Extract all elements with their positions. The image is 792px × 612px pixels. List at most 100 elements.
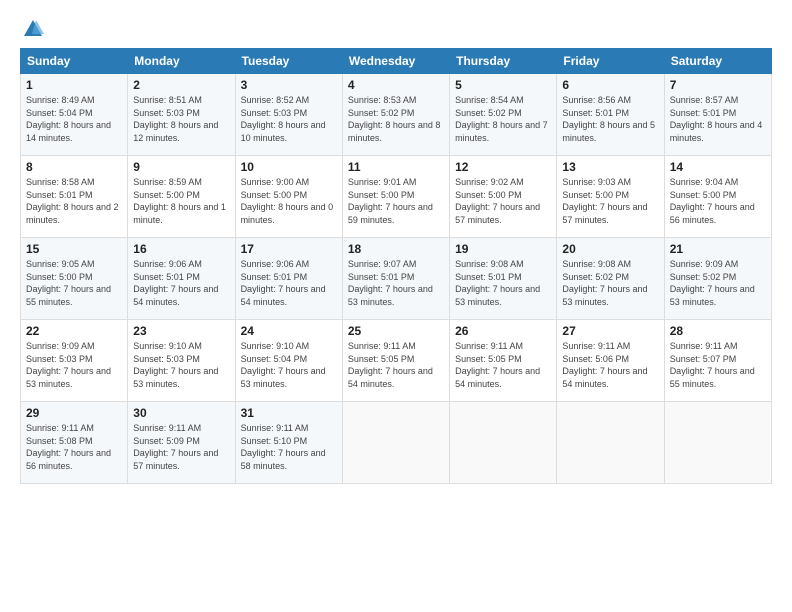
day-info: Sunrise: 9:11 AMSunset: 5:09 PMDaylight:…	[133, 423, 218, 471]
col-header-sunday: Sunday	[21, 49, 128, 74]
calendar-cell: 2 Sunrise: 8:51 AMSunset: 5:03 PMDayligh…	[128, 74, 235, 156]
calendar-cell: 29 Sunrise: 9:11 AMSunset: 5:08 PMDaylig…	[21, 402, 128, 484]
header	[20, 18, 772, 40]
calendar-cell: 18 Sunrise: 9:07 AMSunset: 5:01 PMDaylig…	[342, 238, 449, 320]
day-number: 2	[133, 78, 229, 92]
day-number: 31	[241, 406, 337, 420]
day-number: 28	[670, 324, 766, 338]
day-info: Sunrise: 9:07 AMSunset: 5:01 PMDaylight:…	[348, 259, 433, 307]
day-number: 1	[26, 78, 122, 92]
col-header-friday: Friday	[557, 49, 664, 74]
day-number: 17	[241, 242, 337, 256]
calendar-cell: 16 Sunrise: 9:06 AMSunset: 5:01 PMDaylig…	[128, 238, 235, 320]
day-number: 14	[670, 160, 766, 174]
calendar-cell: 22 Sunrise: 9:09 AMSunset: 5:03 PMDaylig…	[21, 320, 128, 402]
week-row-5: 29 Sunrise: 9:11 AMSunset: 5:08 PMDaylig…	[21, 402, 772, 484]
calendar-cell: 28 Sunrise: 9:11 AMSunset: 5:07 PMDaylig…	[664, 320, 771, 402]
day-info: Sunrise: 9:11 AMSunset: 5:08 PMDaylight:…	[26, 423, 111, 471]
week-row-2: 8 Sunrise: 8:58 AMSunset: 5:01 PMDayligh…	[21, 156, 772, 238]
logo-icon	[22, 18, 44, 40]
day-info: Sunrise: 9:09 AMSunset: 5:03 PMDaylight:…	[26, 341, 111, 389]
calendar-cell: 30 Sunrise: 9:11 AMSunset: 5:09 PMDaylig…	[128, 402, 235, 484]
calendar-cell: 23 Sunrise: 9:10 AMSunset: 5:03 PMDaylig…	[128, 320, 235, 402]
calendar-cell: 27 Sunrise: 9:11 AMSunset: 5:06 PMDaylig…	[557, 320, 664, 402]
calendar-cell: 14 Sunrise: 9:04 AMSunset: 5:00 PMDaylig…	[664, 156, 771, 238]
day-info: Sunrise: 9:06 AMSunset: 5:01 PMDaylight:…	[241, 259, 326, 307]
calendar-cell: 15 Sunrise: 9:05 AMSunset: 5:00 PMDaylig…	[21, 238, 128, 320]
day-info: Sunrise: 8:57 AMSunset: 5:01 PMDaylight:…	[670, 95, 763, 143]
day-number: 3	[241, 78, 337, 92]
calendar-cell: 24 Sunrise: 9:10 AMSunset: 5:04 PMDaylig…	[235, 320, 342, 402]
week-row-4: 22 Sunrise: 9:09 AMSunset: 5:03 PMDaylig…	[21, 320, 772, 402]
calendar-cell: 3 Sunrise: 8:52 AMSunset: 5:03 PMDayligh…	[235, 74, 342, 156]
day-info: Sunrise: 9:06 AMSunset: 5:01 PMDaylight:…	[133, 259, 218, 307]
calendar-cell: 12 Sunrise: 9:02 AMSunset: 5:00 PMDaylig…	[450, 156, 557, 238]
day-number: 10	[241, 160, 337, 174]
day-number: 26	[455, 324, 551, 338]
day-number: 24	[241, 324, 337, 338]
calendar-cell	[664, 402, 771, 484]
day-number: 20	[562, 242, 658, 256]
day-number: 5	[455, 78, 551, 92]
calendar-cell: 26 Sunrise: 9:11 AMSunset: 5:05 PMDaylig…	[450, 320, 557, 402]
day-number: 12	[455, 160, 551, 174]
week-row-1: 1 Sunrise: 8:49 AMSunset: 5:04 PMDayligh…	[21, 74, 772, 156]
calendar-cell: 31 Sunrise: 9:11 AMSunset: 5:10 PMDaylig…	[235, 402, 342, 484]
calendar-cell: 4 Sunrise: 8:53 AMSunset: 5:02 PMDayligh…	[342, 74, 449, 156]
calendar-cell: 13 Sunrise: 9:03 AMSunset: 5:00 PMDaylig…	[557, 156, 664, 238]
day-number: 27	[562, 324, 658, 338]
day-info: Sunrise: 9:10 AMSunset: 5:03 PMDaylight:…	[133, 341, 218, 389]
header-row: SundayMondayTuesdayWednesdayThursdayFrid…	[21, 49, 772, 74]
page: SundayMondayTuesdayWednesdayThursdayFrid…	[0, 0, 792, 612]
day-number: 21	[670, 242, 766, 256]
day-info: Sunrise: 8:56 AMSunset: 5:01 PMDaylight:…	[562, 95, 655, 143]
day-info: Sunrise: 9:09 AMSunset: 5:02 PMDaylight:…	[670, 259, 755, 307]
calendar-cell: 11 Sunrise: 9:01 AMSunset: 5:00 PMDaylig…	[342, 156, 449, 238]
calendar-cell	[342, 402, 449, 484]
day-info: Sunrise: 9:04 AMSunset: 5:00 PMDaylight:…	[670, 177, 755, 225]
day-info: Sunrise: 9:01 AMSunset: 5:00 PMDaylight:…	[348, 177, 433, 225]
day-number: 15	[26, 242, 122, 256]
day-info: Sunrise: 9:11 AMSunset: 5:07 PMDaylight:…	[670, 341, 755, 389]
calendar-cell	[450, 402, 557, 484]
day-info: Sunrise: 8:49 AMSunset: 5:04 PMDaylight:…	[26, 95, 111, 143]
day-number: 7	[670, 78, 766, 92]
calendar-cell: 20 Sunrise: 9:08 AMSunset: 5:02 PMDaylig…	[557, 238, 664, 320]
day-number: 13	[562, 160, 658, 174]
col-header-saturday: Saturday	[664, 49, 771, 74]
day-number: 8	[26, 160, 122, 174]
day-info: Sunrise: 8:52 AMSunset: 5:03 PMDaylight:…	[241, 95, 326, 143]
day-number: 22	[26, 324, 122, 338]
col-header-wednesday: Wednesday	[342, 49, 449, 74]
day-info: Sunrise: 9:11 AMSunset: 5:10 PMDaylight:…	[241, 423, 326, 471]
calendar-cell: 25 Sunrise: 9:11 AMSunset: 5:05 PMDaylig…	[342, 320, 449, 402]
day-info: Sunrise: 9:11 AMSunset: 5:05 PMDaylight:…	[455, 341, 540, 389]
day-number: 6	[562, 78, 658, 92]
day-info: Sunrise: 8:51 AMSunset: 5:03 PMDaylight:…	[133, 95, 218, 143]
calendar-cell: 1 Sunrise: 8:49 AMSunset: 5:04 PMDayligh…	[21, 74, 128, 156]
day-number: 29	[26, 406, 122, 420]
calendar-cell: 9 Sunrise: 8:59 AMSunset: 5:00 PMDayligh…	[128, 156, 235, 238]
day-info: Sunrise: 9:08 AMSunset: 5:01 PMDaylight:…	[455, 259, 540, 307]
week-row-3: 15 Sunrise: 9:05 AMSunset: 5:00 PMDaylig…	[21, 238, 772, 320]
day-info: Sunrise: 9:05 AMSunset: 5:00 PMDaylight:…	[26, 259, 111, 307]
day-number: 23	[133, 324, 229, 338]
day-number: 11	[348, 160, 444, 174]
day-number: 16	[133, 242, 229, 256]
day-number: 9	[133, 160, 229, 174]
day-number: 19	[455, 242, 551, 256]
day-info: Sunrise: 9:02 AMSunset: 5:00 PMDaylight:…	[455, 177, 540, 225]
day-info: Sunrise: 9:03 AMSunset: 5:00 PMDaylight:…	[562, 177, 647, 225]
day-info: Sunrise: 9:00 AMSunset: 5:00 PMDaylight:…	[241, 177, 334, 225]
calendar-cell	[557, 402, 664, 484]
calendar-cell: 21 Sunrise: 9:09 AMSunset: 5:02 PMDaylig…	[664, 238, 771, 320]
day-info: Sunrise: 9:11 AMSunset: 5:06 PMDaylight:…	[562, 341, 647, 389]
calendar-cell: 17 Sunrise: 9:06 AMSunset: 5:01 PMDaylig…	[235, 238, 342, 320]
col-header-thursday: Thursday	[450, 49, 557, 74]
day-info: Sunrise: 9:10 AMSunset: 5:04 PMDaylight:…	[241, 341, 326, 389]
day-number: 25	[348, 324, 444, 338]
calendar-cell: 5 Sunrise: 8:54 AMSunset: 5:02 PMDayligh…	[450, 74, 557, 156]
day-number: 18	[348, 242, 444, 256]
calendar-cell: 8 Sunrise: 8:58 AMSunset: 5:01 PMDayligh…	[21, 156, 128, 238]
calendar-cell: 7 Sunrise: 8:57 AMSunset: 5:01 PMDayligh…	[664, 74, 771, 156]
